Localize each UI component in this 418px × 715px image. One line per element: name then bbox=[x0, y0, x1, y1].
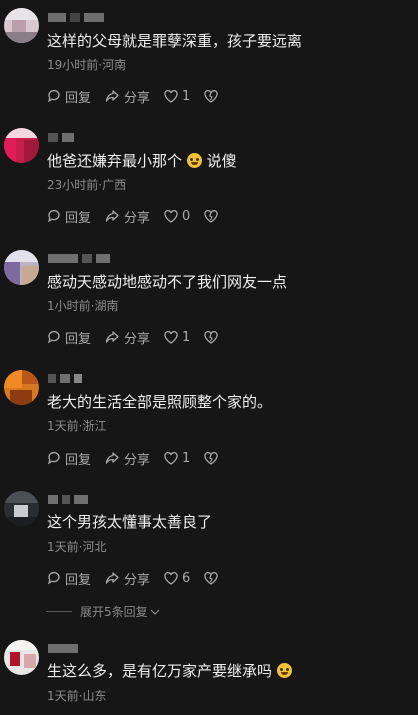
comment-actions: 回复 分享 1 bbox=[47, 328, 232, 347]
comment-text-main: 生这么多，是有亿万家产要继承吗 bbox=[47, 662, 273, 680]
comment-text-main: 他爸还嫌弃最小那个 bbox=[47, 152, 183, 170]
dislike-button[interactable] bbox=[204, 209, 218, 223]
dislike-button[interactable] bbox=[204, 89, 218, 103]
grinning-emoji-icon bbox=[186, 153, 202, 168]
avatar[interactable] bbox=[4, 128, 39, 163]
like-count: 0 bbox=[182, 208, 191, 224]
expand-replies-label: 展开5条回复 bbox=[80, 605, 148, 619]
username[interactable] bbox=[48, 133, 74, 147]
share-icon bbox=[105, 210, 119, 222]
share-button[interactable]: 分享 bbox=[105, 449, 150, 468]
share-icon bbox=[105, 572, 119, 584]
grinning-emoji-icon bbox=[276, 663, 292, 678]
username[interactable] bbox=[48, 644, 78, 658]
dislike-button[interactable] bbox=[204, 571, 218, 585]
expand-replies-button[interactable]: 展开5条回复 bbox=[46, 603, 160, 620]
broken-heart-icon bbox=[204, 89, 218, 103]
broken-heart-icon bbox=[204, 571, 218, 585]
like-button[interactable]: 1 bbox=[164, 89, 190, 104]
comment-meta: 19小时前·河南 bbox=[47, 58, 127, 72]
reply-button[interactable]: 回复 bbox=[47, 207, 91, 226]
username[interactable] bbox=[48, 374, 82, 388]
share-icon bbox=[105, 90, 119, 102]
reply-label: 回复 bbox=[65, 331, 92, 347]
heart-icon bbox=[164, 571, 178, 585]
comment-meta: 1小时前·湖南 bbox=[47, 299, 119, 313]
reply-icon bbox=[47, 209, 60, 223]
share-icon bbox=[105, 331, 119, 343]
share-label: 分享 bbox=[124, 210, 151, 226]
username[interactable] bbox=[48, 13, 104, 27]
comment-meta: 23小时前·广西 bbox=[47, 178, 127, 192]
comment-actions: 回复 分享 1 bbox=[47, 87, 232, 106]
reply-button[interactable]: 回复 bbox=[47, 87, 91, 106]
share-label: 分享 bbox=[124, 331, 151, 347]
share-button[interactable]: 分享 bbox=[105, 87, 150, 106]
like-button[interactable]: 0 bbox=[164, 209, 190, 224]
comment-text: 生这么多，是有亿万家产要继承吗 bbox=[47, 661, 292, 681]
comment-actions: 回复 分享 6 bbox=[47, 569, 232, 588]
comment-actions: 回复 分享 0 bbox=[47, 207, 232, 226]
broken-heart-icon bbox=[204, 209, 218, 223]
comment-text: 老大的生活全部是照顾整个家的。 bbox=[47, 393, 273, 411]
comment-meta: 1天前·河北 bbox=[47, 540, 107, 554]
comment-text: 这样的父母就是罪孽深重，孩子要远离 bbox=[47, 32, 303, 50]
share-label: 分享 bbox=[124, 90, 151, 106]
avatar[interactable] bbox=[4, 491, 39, 526]
reply-icon bbox=[47, 89, 60, 103]
like-count: 6 bbox=[182, 570, 191, 586]
share-label: 分享 bbox=[124, 572, 151, 588]
share-button[interactable]: 分享 bbox=[105, 207, 150, 226]
share-label: 分享 bbox=[124, 452, 151, 468]
reply-label: 回复 bbox=[65, 572, 92, 588]
chevron-down-icon bbox=[150, 609, 160, 615]
share-button[interactable]: 分享 bbox=[105, 569, 150, 588]
like-button[interactable]: 1 bbox=[164, 451, 190, 466]
like-button[interactable]: 1 bbox=[164, 330, 190, 345]
like-button[interactable]: 6 bbox=[164, 571, 190, 586]
share-icon bbox=[105, 452, 119, 464]
expand-divider bbox=[46, 611, 72, 612]
reply-icon bbox=[47, 571, 60, 585]
heart-icon bbox=[164, 89, 178, 103]
heart-icon bbox=[164, 451, 178, 465]
heart-icon bbox=[164, 330, 178, 344]
reply-button[interactable]: 回复 bbox=[47, 449, 91, 468]
reply-icon bbox=[47, 451, 60, 465]
comment-text: 感动天感动地感动不了我们网友一点 bbox=[47, 273, 288, 291]
heart-icon bbox=[164, 209, 178, 223]
share-button[interactable]: 分享 bbox=[105, 328, 150, 347]
broken-heart-icon bbox=[204, 330, 218, 344]
comment-actions: 回复 分享 1 bbox=[47, 449, 232, 468]
like-count: 1 bbox=[182, 450, 191, 466]
reply-button[interactable]: 回复 bbox=[47, 328, 91, 347]
username[interactable] bbox=[48, 495, 88, 509]
avatar[interactable] bbox=[4, 640, 39, 675]
reply-label: 回复 bbox=[65, 452, 92, 468]
comment-meta: 1天前·浙江 bbox=[47, 419, 107, 433]
dislike-button[interactable] bbox=[204, 330, 218, 344]
like-count: 1 bbox=[182, 88, 191, 104]
comment-text: 他爸还嫌弃最小那个 说傻 bbox=[47, 151, 237, 171]
reply-label: 回复 bbox=[65, 210, 92, 226]
avatar[interactable] bbox=[4, 370, 39, 405]
reply-button[interactable]: 回复 bbox=[47, 569, 91, 588]
like-count: 1 bbox=[182, 329, 191, 345]
broken-heart-icon bbox=[204, 451, 218, 465]
reply-icon bbox=[47, 330, 60, 344]
username[interactable] bbox=[48, 254, 110, 268]
comment-text: 这个男孩太懂事太善良了 bbox=[47, 513, 213, 531]
avatar[interactable] bbox=[4, 8, 39, 43]
dislike-button[interactable] bbox=[204, 451, 218, 465]
comment-text-suffix: 说傻 bbox=[206, 152, 237, 170]
avatar[interactable] bbox=[4, 250, 39, 285]
comment-meta: 1天前·山东 bbox=[47, 689, 107, 703]
reply-label: 回复 bbox=[65, 90, 92, 106]
